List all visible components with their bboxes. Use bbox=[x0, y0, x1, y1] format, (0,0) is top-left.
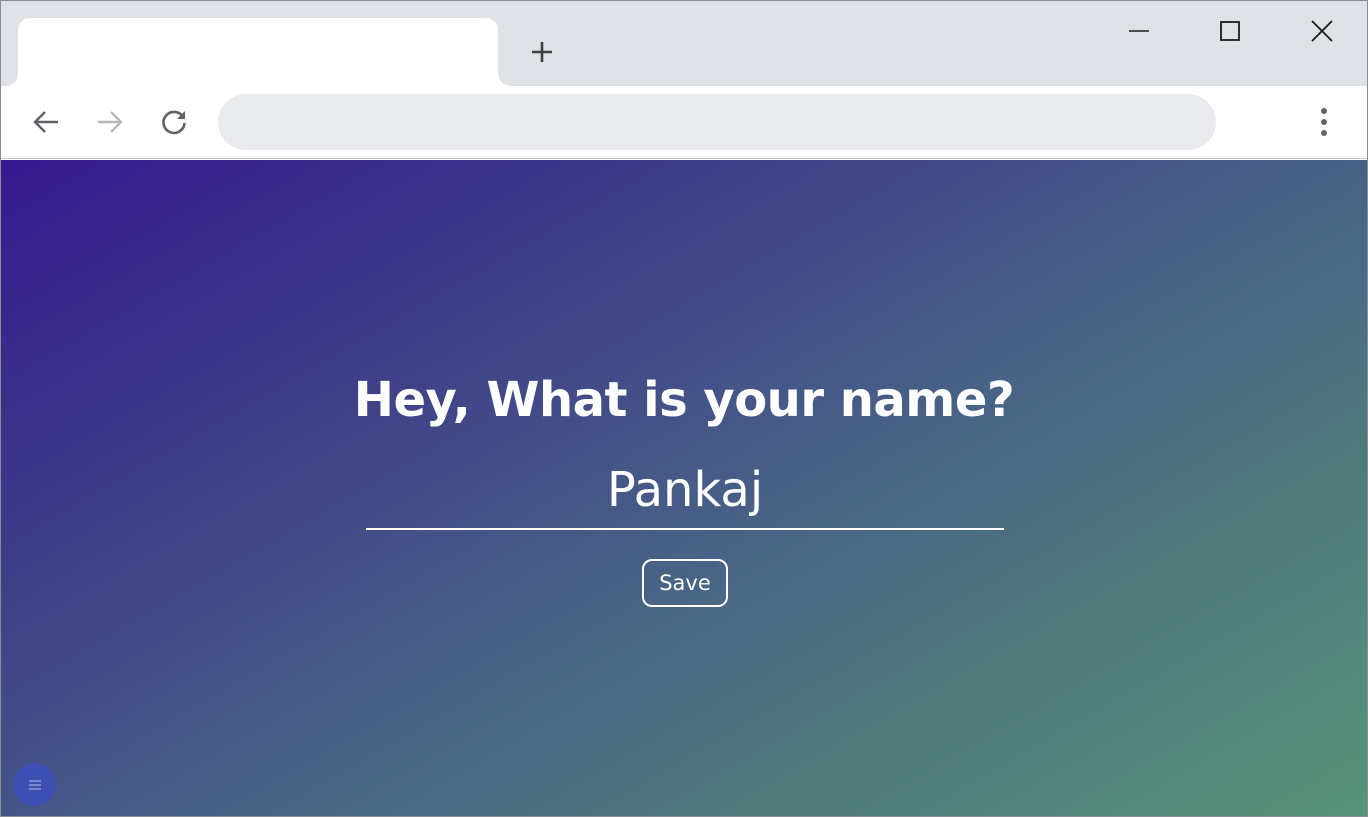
back-button[interactable] bbox=[26, 102, 66, 142]
browser-menu-button[interactable] bbox=[1304, 102, 1344, 142]
active-tab[interactable] bbox=[6, 18, 510, 86]
address-bar[interactable] bbox=[218, 94, 1216, 150]
save-button[interactable]: Save bbox=[642, 559, 728, 607]
page-content: Hey, What is your name? Save bbox=[1, 160, 1367, 816]
reload-button[interactable] bbox=[154, 102, 194, 142]
reload-icon bbox=[162, 110, 186, 135]
minimize-button[interactable] bbox=[1119, 11, 1159, 51]
forward-arrow-icon bbox=[98, 111, 123, 133]
more-vert-icon bbox=[1321, 108, 1327, 136]
hamburger-menu-icon bbox=[28, 779, 41, 790]
name-input[interactable] bbox=[366, 452, 1004, 530]
close-window-button[interactable] bbox=[1302, 11, 1342, 51]
maximize-icon bbox=[1220, 21, 1240, 41]
plus-icon bbox=[532, 42, 552, 62]
new-tab-button[interactable] bbox=[526, 36, 558, 68]
browser-toolbar bbox=[1, 86, 1367, 159]
back-arrow-icon bbox=[33, 111, 58, 133]
forward-button[interactable] bbox=[90, 102, 130, 142]
minimize-icon bbox=[1129, 30, 1149, 32]
maximize-button[interactable] bbox=[1210, 11, 1250, 51]
greeting-heading: Hey, What is your name? bbox=[353, 372, 1015, 428]
floating-menu-button[interactable] bbox=[13, 763, 56, 806]
browser-window: Hey, What is your name? Save bbox=[0, 0, 1368, 817]
close-icon bbox=[1311, 20, 1333, 42]
tab-strip bbox=[1, 1, 1367, 86]
